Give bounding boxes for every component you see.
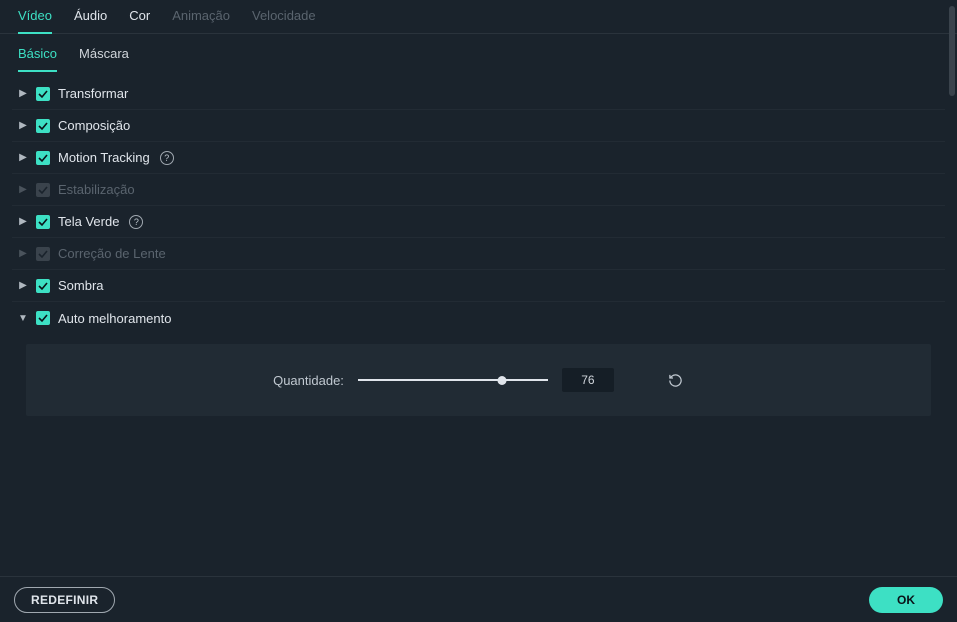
auto-enhance-panel: Quantidade: — [26, 344, 931, 416]
checkbox-stabilization — [36, 183, 50, 197]
section-shadow[interactable]: ▶ Sombra — [12, 270, 945, 302]
ok-button[interactable]: OK — [869, 587, 943, 613]
tab-animation: Animação — [172, 8, 230, 33]
chevron-right-icon[interactable]: ▶ — [18, 280, 28, 291]
section-list: ▶ Transformar ▶ Composição ▶ Motion Trac… — [0, 72, 957, 416]
chevron-right-icon: ▶ — [18, 184, 28, 195]
checkbox-transform[interactable] — [36, 87, 50, 101]
chevron-right-icon[interactable]: ▶ — [18, 88, 28, 99]
section-transform[interactable]: ▶ Transformar — [12, 78, 945, 110]
chevron-right-icon: ▶ — [18, 248, 28, 259]
reset-button[interactable]: REDEFINIR — [14, 587, 115, 613]
section-label: Composição — [58, 118, 130, 133]
section-auto-enhance[interactable]: ▼ Auto melhoramento — [12, 302, 945, 334]
slider-thumb[interactable] — [498, 376, 507, 385]
section-label: Sombra — [58, 278, 104, 293]
checkbox-shadow[interactable] — [36, 279, 50, 293]
tab-color[interactable]: Cor — [129, 8, 150, 33]
section-label: Tela Verde — [58, 214, 119, 229]
section-label: Correção de Lente — [58, 246, 166, 261]
footer: REDEFINIR OK — [0, 576, 957, 622]
subtab-mask[interactable]: Máscara — [79, 46, 129, 72]
checkbox-auto-enhance[interactable] — [36, 311, 50, 325]
slider-track-line — [358, 379, 548, 381]
section-label: Transformar — [58, 86, 128, 101]
tab-video[interactable]: Vídeo — [18, 8, 52, 33]
chevron-right-icon[interactable]: ▶ — [18, 152, 28, 163]
section-green-screen[interactable]: ▶ Tela Verde ? — [12, 206, 945, 238]
quantity-input[interactable] — [562, 368, 614, 392]
subtab-basic[interactable]: Básico — [18, 46, 57, 72]
chevron-right-icon[interactable]: ▶ — [18, 216, 28, 227]
section-lens-correction: ▶ Correção de Lente — [12, 238, 945, 270]
tab-speed: Velocidade — [252, 8, 316, 33]
chevron-right-icon[interactable]: ▶ — [18, 120, 28, 131]
sub-tabs: Básico Máscara — [0, 34, 957, 72]
section-label: Auto melhoramento — [58, 311, 171, 326]
checkbox-lens-correction — [36, 247, 50, 261]
section-motion-tracking[interactable]: ▶ Motion Tracking ? — [12, 142, 945, 174]
section-composition[interactable]: ▶ Composição — [12, 110, 945, 142]
chevron-down-icon[interactable]: ▼ — [18, 313, 28, 324]
section-label: Motion Tracking — [58, 150, 150, 165]
quantity-label: Quantidade: — [273, 373, 344, 388]
section-label: Estabilização — [58, 182, 135, 197]
checkbox-green-screen[interactable] — [36, 215, 50, 229]
checkbox-composition[interactable] — [36, 119, 50, 133]
section-stabilization: ▶ Estabilização — [12, 174, 945, 206]
tab-audio[interactable]: Áudio — [74, 8, 107, 33]
checkbox-motion-tracking[interactable] — [36, 151, 50, 165]
scrollbar-thumb[interactable] — [949, 6, 955, 96]
reset-icon[interactable] — [668, 372, 684, 388]
quantity-slider[interactable] — [358, 373, 548, 387]
help-icon[interactable]: ? — [160, 151, 174, 165]
main-tabs: Vídeo Áudio Cor Animação Velocidade — [0, 0, 957, 34]
help-icon[interactable]: ? — [129, 215, 143, 229]
